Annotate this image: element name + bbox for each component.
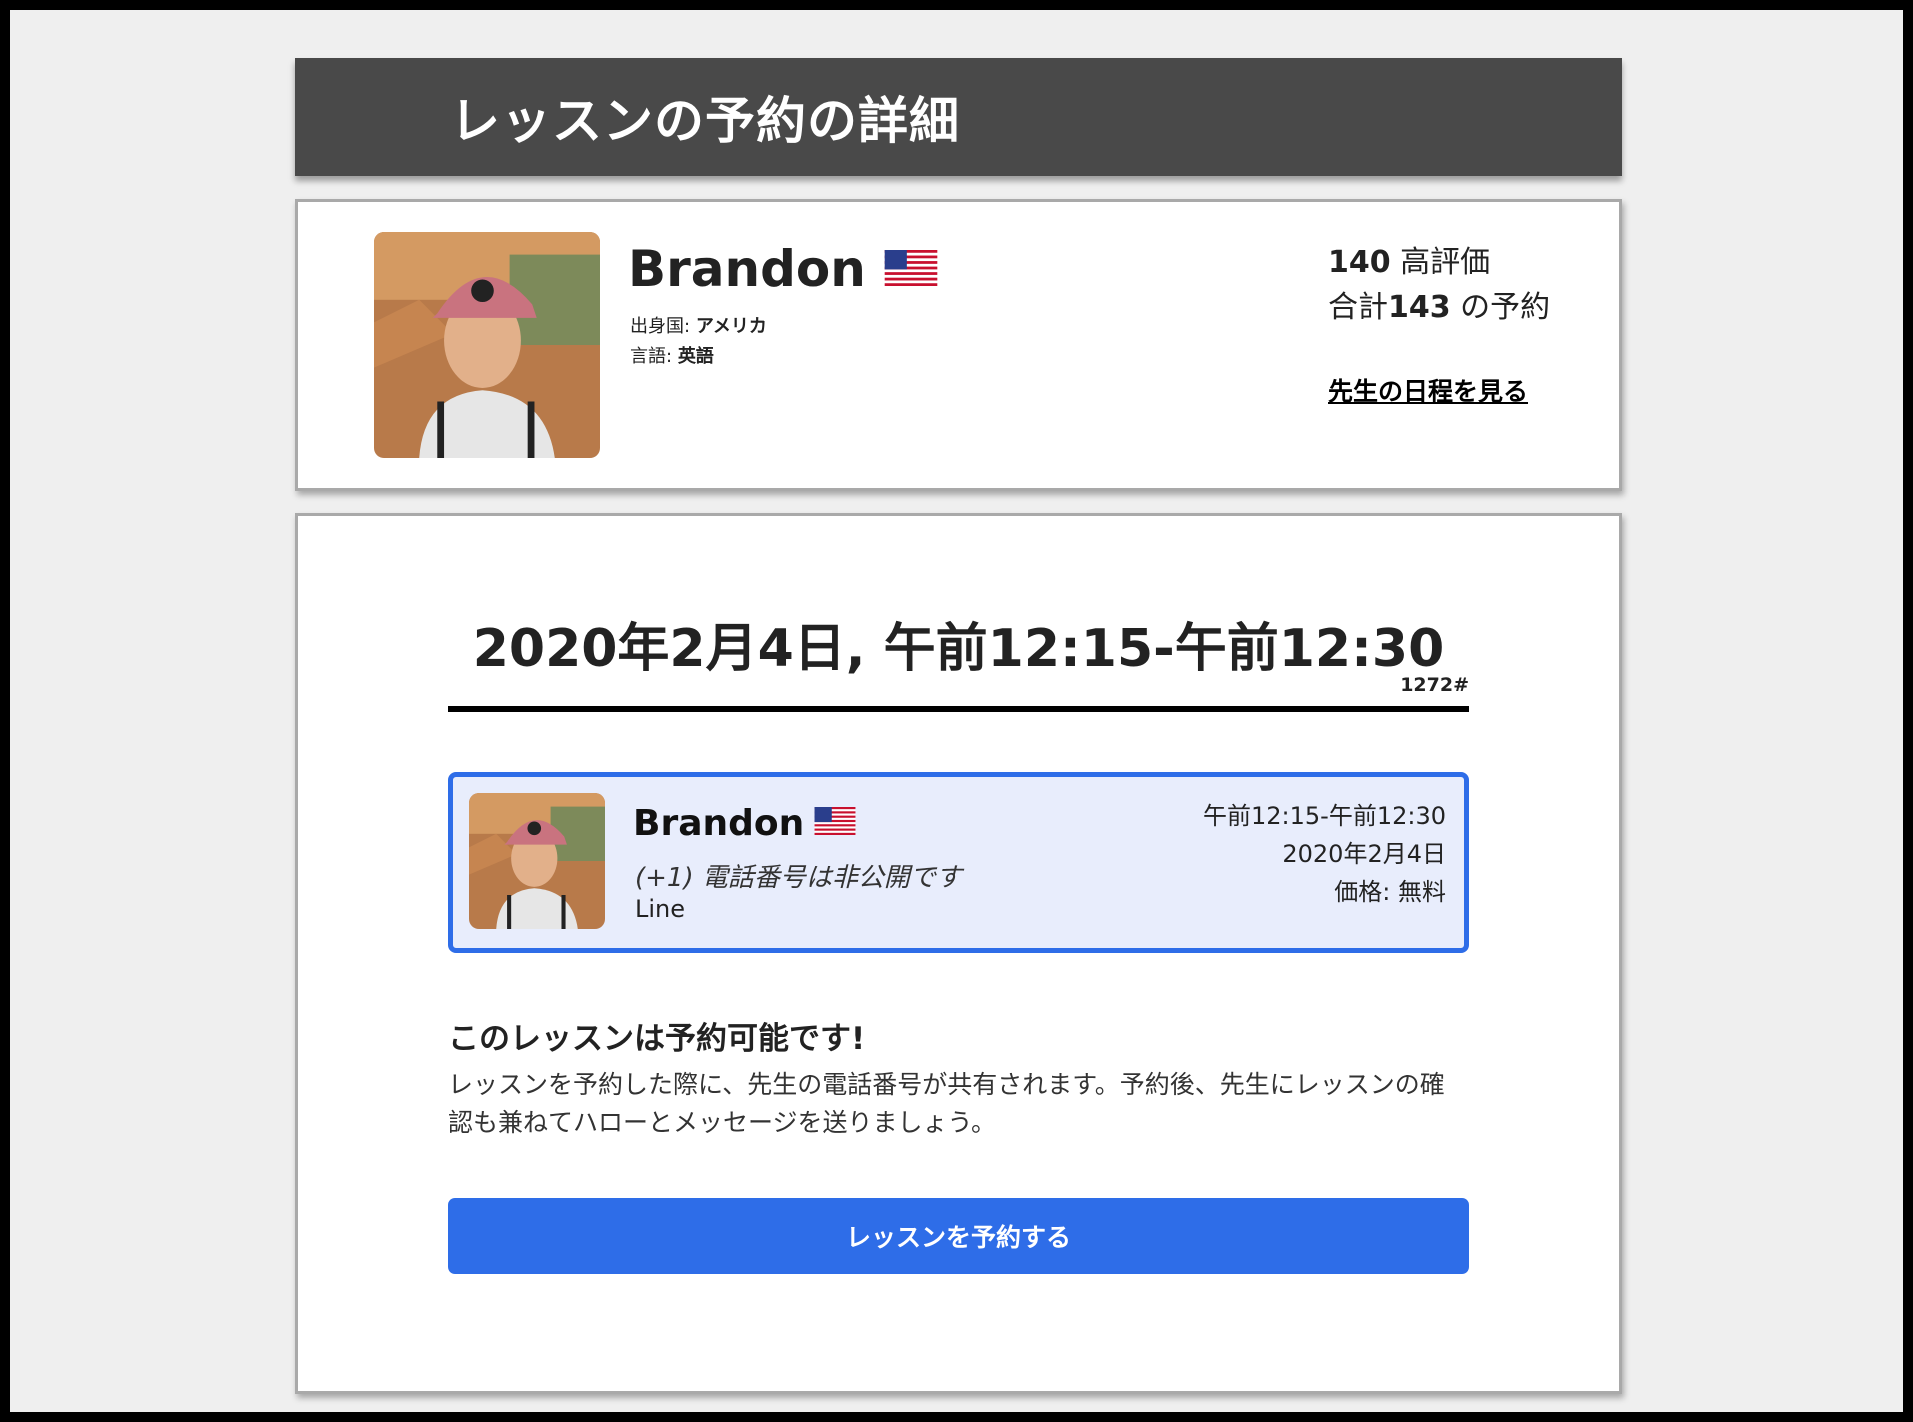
teacher-language: 言語: 英語 xyxy=(630,342,714,368)
lesson-card: 2020年2月4日, 午前12:15-午前12:30 1272# Brandon… xyxy=(295,513,1622,1394)
positive-rating: 140 高評価 xyxy=(1328,240,1550,285)
total-prefix: 合計 xyxy=(1328,290,1388,325)
divider xyxy=(448,706,1469,712)
country-value: アメリカ xyxy=(695,316,767,337)
booking-teacher-avatar xyxy=(469,793,605,929)
teacher-name: Brandon xyxy=(628,240,866,298)
booking-teacher-row: Brandon xyxy=(633,803,856,844)
language-value: 英語 xyxy=(677,346,714,367)
booking-date: 2020年2月4日 xyxy=(1282,840,1446,868)
teacher-profile-card: Brandon 出身国: アメリカ 言語: 英語 140 高評価 合計143 の… xyxy=(295,199,1622,491)
total-count: 143 xyxy=(1388,290,1451,325)
total-bookings: 合計143 の予約 xyxy=(1328,285,1550,330)
booking-price: 価格: 無料 xyxy=(1334,878,1446,906)
booking-summary: Brandon (+1) 電話番号は非公開です Line 午前12:15-午前1… xyxy=(448,772,1469,953)
teacher-name-row: Brandon xyxy=(628,240,938,298)
positive-label: 高評価 xyxy=(1400,245,1491,280)
teacher-photo xyxy=(469,793,605,929)
page: レッスンの予約の詳細 Brandon 出身国: アメリカ 言語: 英語 140 … xyxy=(10,10,1903,1412)
language-label: 言語: xyxy=(630,346,673,367)
positive-count: 140 xyxy=(1328,245,1391,280)
booking-time: 午前12:15-午前12:30 xyxy=(1203,802,1446,830)
booking-contact-method: Line xyxy=(635,895,686,923)
us-flag-icon xyxy=(814,803,856,844)
lesson-id: 1272# xyxy=(1400,674,1469,696)
country-label: 出身国: xyxy=(630,316,691,337)
availability-title: このレッスンは予約可能です! xyxy=(448,1021,866,1057)
availability-description: レッスンを予約した際に、先生の電話番号が共有されます。予約後、先生にレッスンの確… xyxy=(448,1070,1445,1137)
book-lesson-button[interactable]: レッスンを予約する xyxy=(448,1198,1469,1274)
booking-phone: (+1) 電話番号は非公開です xyxy=(635,863,962,893)
teacher-stats: 140 高評価 合計143 の予約 xyxy=(1328,240,1550,330)
booking-teacher-name: Brandon xyxy=(633,803,805,844)
booking-details: 午前12:15-午前12:30 2020年2月4日 価格: 無料 xyxy=(1203,797,1446,911)
page-title: レッスンの予約の詳細 xyxy=(450,92,960,150)
lesson-datetime: 2020年2月4日, 午前12:15-午前12:30 xyxy=(472,619,1445,679)
us-flag-icon xyxy=(884,240,938,298)
teacher-avatar xyxy=(374,232,600,458)
total-suffix: の予約 xyxy=(1460,290,1551,325)
page-header: レッスンの予約の詳細 xyxy=(295,58,1622,176)
teacher-photo xyxy=(374,232,600,458)
view-schedule-link[interactable]: 先生の日程を見る xyxy=(1328,372,1528,408)
teacher-country: 出身国: アメリカ xyxy=(630,312,767,338)
